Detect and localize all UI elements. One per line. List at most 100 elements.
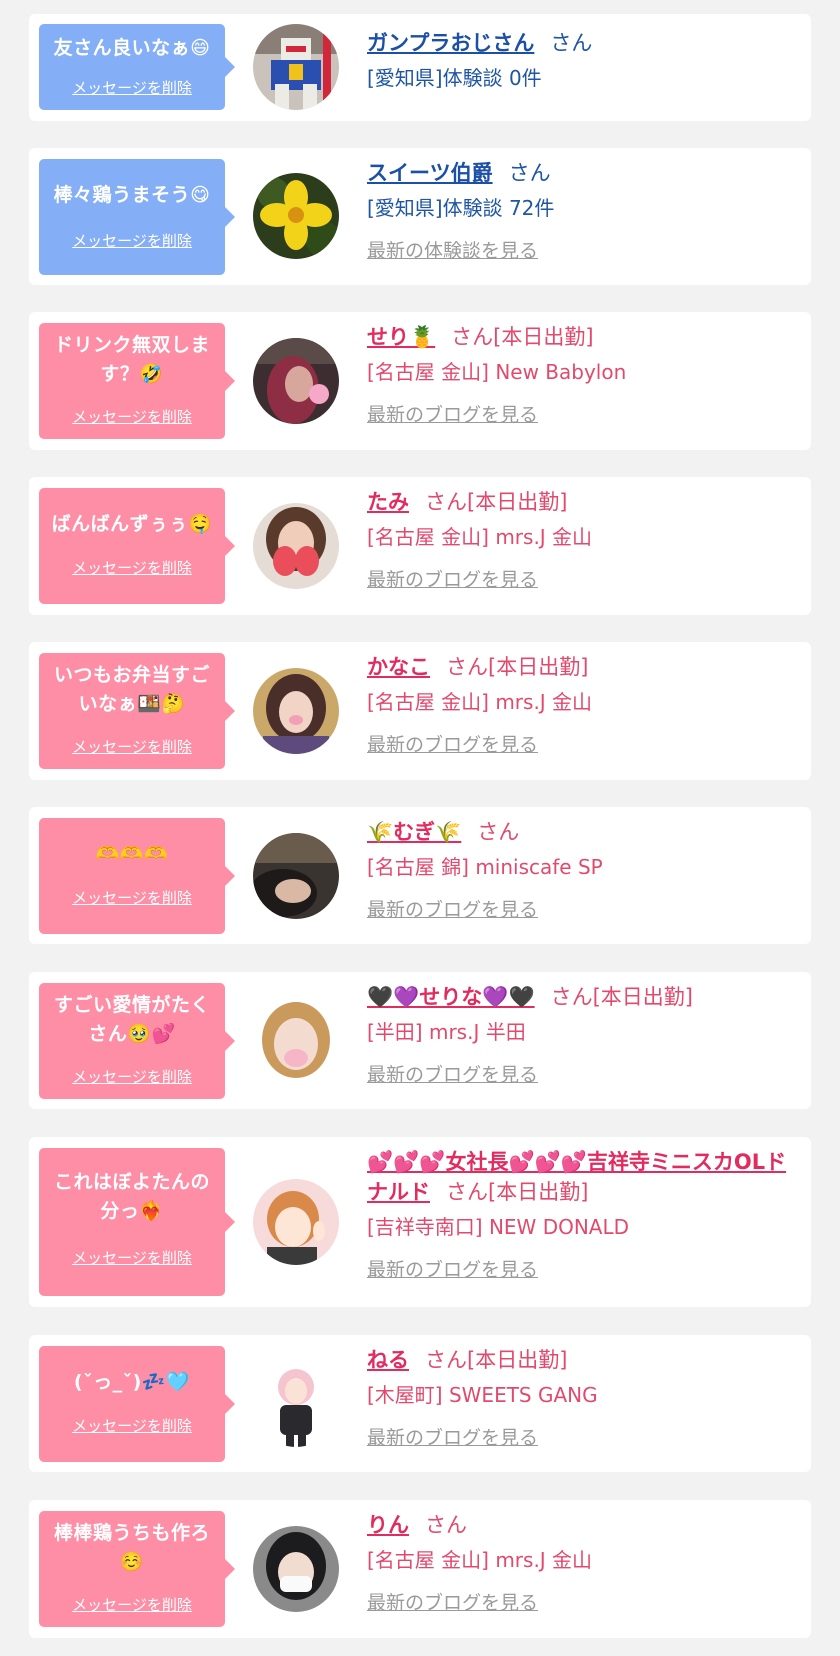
avatar[interactable] [253, 173, 339, 259]
list-item: ドリンク無双します？🤣 メッセージを削除 せり🍍 さん[本日出勤] [名古屋 金山… [29, 312, 811, 450]
latest-blog-link[interactable]: 最新のブログを見る [367, 402, 538, 428]
user-name-link[interactable]: 🌾むぎ🌾 [367, 820, 461, 844]
avatar-image [253, 1179, 339, 1265]
avatar[interactable] [253, 503, 339, 589]
delete-message-link[interactable]: メッセージを削除 [39, 406, 225, 427]
list-item: 棒々鶏うまそう😋 メッセージを削除 スイーツ伯爵 さん [愛知県]体験談 72件… [29, 148, 811, 285]
message-text: 棒棒鶏うちも作ろ☺️ [53, 1522, 210, 1573]
avatar[interactable] [253, 998, 339, 1084]
message-bubble: ばんばんずぅぅ🤤 メッセージを削除 [39, 488, 235, 604]
message-text: ドリンク無双します？🤣 [53, 334, 210, 385]
message-text: (ˇっ_ˇ)💤🩵 [73, 1371, 191, 1393]
message-bubble: (ˇっ_ˇ)💤🩵 メッセージを削除 [39, 1346, 235, 1462]
shop-info: [木屋町] SWEETS GANG [367, 1383, 598, 1407]
message-bubble: これはぼよたんの分っ❤️‍🔥 メッセージを削除 [39, 1148, 235, 1296]
message-bubble: 🫶🫶🫶 メッセージを削除 [39, 818, 235, 934]
delete-message-link[interactable]: メッセージを削除 [39, 1247, 225, 1268]
item-info: ガンプラおじさん さん [愛知県]体験談 0件 [367, 28, 795, 92]
message-text: ばんばんずぅぅ🤤 [51, 513, 213, 535]
user-name-link[interactable]: せり🍍 [367, 325, 435, 349]
name-suffix: さん[本日出勤] [425, 1348, 568, 1372]
message-list: 友さん良いなぁ😄 メッセージを削除 ガンプラおじさん さん [愛知県]体験談 0件 [0, 0, 840, 1656]
avatar[interactable] [253, 668, 339, 754]
item-info: スイーツ伯爵 さん [愛知県]体験談 72件 最新の体験談を見る [367, 158, 795, 264]
avatar-image [253, 998, 339, 1084]
user-name-link[interactable]: スイーツ伯爵 [367, 161, 493, 185]
avatar[interactable] [253, 24, 339, 110]
list-item: これはぼよたんの分っ❤️‍🔥 メッセージを削除 💕💕💕女社長💕💕💕吉祥寺ミニスカ… [29, 1137, 811, 1307]
avatar[interactable] [253, 338, 339, 424]
item-info: 💕💕💕女社長💕💕💕吉祥寺ミニスカOLドナルド さん[本日出勤] [吉祥寺南口] N… [367, 1147, 795, 1283]
avatar-image [253, 833, 339, 919]
message-bubble: 友さん良いなぁ😄 メッセージを削除 [39, 24, 235, 110]
latest-blog-link[interactable]: 最新のブログを見る [367, 567, 538, 593]
message-text: 棒々鶏うまそう😋 [53, 184, 211, 206]
item-info: たみ さん[本日出勤] [名古屋 金山] mrs.J 金山 最新のブログを見る [367, 487, 795, 593]
user-name-link[interactable]: りん [367, 1513, 409, 1537]
name-suffix: さん[本日出勤] [451, 325, 594, 349]
message-text: すごい愛情がたくさん🥹💕 [53, 994, 210, 1045]
avatar[interactable] [253, 1361, 339, 1447]
avatar[interactable] [253, 833, 339, 919]
user-name-link[interactable]: たみ [367, 490, 409, 514]
shop-info: [名古屋 錦] miniscafe SP [367, 855, 603, 879]
latest-blog-link[interactable]: 最新のブログを見る [367, 1425, 538, 1451]
list-item: (ˇっ_ˇ)💤🩵 メッセージを削除 ねる さん[本日出勤] [木屋町] SWEET… [29, 1335, 811, 1472]
delete-message-link[interactable]: メッセージを削除 [39, 77, 225, 98]
shop-info: [吉祥寺南口] NEW DONALD [367, 1215, 630, 1239]
avatar-image [253, 173, 339, 259]
name-suffix: さん [508, 161, 551, 185]
shop-info: [愛知県]体験談 0件 [367, 66, 542, 90]
delete-message-link[interactable]: メッセージを削除 [39, 736, 225, 757]
message-bubble: 棒棒鶏うちも作ろ☺️ メッセージを削除 [39, 1511, 235, 1627]
avatar-image [253, 503, 339, 589]
latest-blog-link[interactable]: 最新のブログを見る [367, 1062, 538, 1088]
message-text: 友さん良いなぁ😄 [53, 37, 211, 59]
user-name-link[interactable]: ねる [367, 1348, 409, 1372]
user-name-link[interactable]: ガンプラおじさん [367, 31, 534, 55]
latest-blog-link[interactable]: 最新のブログを見る [367, 1257, 538, 1283]
item-info: ねる さん[本日出勤] [木屋町] SWEETS GANG 最新のブログを見る [367, 1345, 795, 1451]
shop-info: [名古屋 金山] mrs.J 金山 [367, 525, 593, 549]
item-info: 🖤💜せりな💜🖤 さん[本日出勤] [半田] mrs.J 半田 最新のブログを見る [367, 982, 795, 1088]
user-name-link[interactable]: かなこ [367, 655, 430, 679]
item-info: せり🍍 さん[本日出勤] [名古屋 金山] New Babylon 最新のブログを… [367, 322, 795, 428]
list-item: ばんばんずぅぅ🤤 メッセージを削除 たみ さん[本日出勤] [名古屋 金山] mr… [29, 477, 811, 615]
item-info: かなこ さん[本日出勤] [名古屋 金山] mrs.J 金山 最新のブログを見る [367, 652, 795, 758]
name-suffix: さん [425, 1513, 467, 1537]
delete-message-link[interactable]: メッセージを削除 [39, 887, 225, 908]
item-info: りん さん [名古屋 金山] mrs.J 金山 最新のブログを見る [367, 1510, 795, 1616]
avatar[interactable] [253, 1526, 339, 1612]
name-suffix: さん[本日出勤] [446, 655, 589, 679]
user-name-link[interactable]: 🖤💜せりな💜🖤 [367, 985, 535, 1009]
avatar-image [253, 1526, 339, 1612]
avatar[interactable] [253, 1179, 339, 1265]
shop-info: [名古屋 金山] mrs.J 金山 [367, 690, 593, 714]
shop-info: [愛知県]体験談 72件 [367, 196, 555, 220]
list-item: いつもお弁当すごいなぁ🍱🤔 メッセージを削除 かなこ さん[本日出勤] [名古屋 … [29, 642, 811, 780]
latest-blog-link[interactable]: 最新のブログを見る [367, 732, 538, 758]
message-text: いつもお弁当すごいなぁ🍱🤔 [53, 664, 210, 715]
message-bubble: ドリンク無双します？🤣 メッセージを削除 [39, 323, 235, 439]
shop-info: [名古屋 金山] New Babylon [367, 360, 627, 384]
latest-review-link[interactable]: 最新の体験談を見る [367, 238, 538, 264]
list-item: 🫶🫶🫶 メッセージを削除 🌾むぎ🌾 さん [名古屋 錦] miniscafe SP… [29, 807, 811, 944]
delete-message-link[interactable]: メッセージを削除 [39, 557, 225, 578]
name-suffix: さん[本日出勤] [550, 985, 693, 1009]
avatar-image [253, 1361, 339, 1447]
avatar-image [253, 338, 339, 424]
delete-message-link[interactable]: メッセージを削除 [39, 1594, 225, 1615]
shop-info: [名古屋 金山] mrs.J 金山 [367, 1548, 593, 1572]
message-text: これはぼよたんの分っ❤️‍🔥 [53, 1171, 210, 1222]
message-bubble: いつもお弁当すごいなぁ🍱🤔 メッセージを削除 [39, 653, 235, 769]
latest-blog-link[interactable]: 最新のブログを見る [367, 897, 538, 923]
delete-message-link[interactable]: メッセージを削除 [39, 1066, 225, 1087]
latest-blog-link[interactable]: 最新のブログを見る [367, 1590, 538, 1616]
list-item: 友さん良いなぁ😄 メッセージを削除 ガンプラおじさん さん [愛知県]体験談 0件 [29, 14, 811, 121]
delete-message-link[interactable]: メッセージを削除 [39, 1415, 225, 1436]
message-bubble: すごい愛情がたくさん🥹💕 メッセージを削除 [39, 983, 235, 1099]
name-suffix: さん[本日出勤] [425, 490, 568, 514]
delete-message-link[interactable]: メッセージを削除 [39, 230, 225, 251]
avatar-image [253, 668, 339, 754]
avatar-image [253, 24, 339, 110]
